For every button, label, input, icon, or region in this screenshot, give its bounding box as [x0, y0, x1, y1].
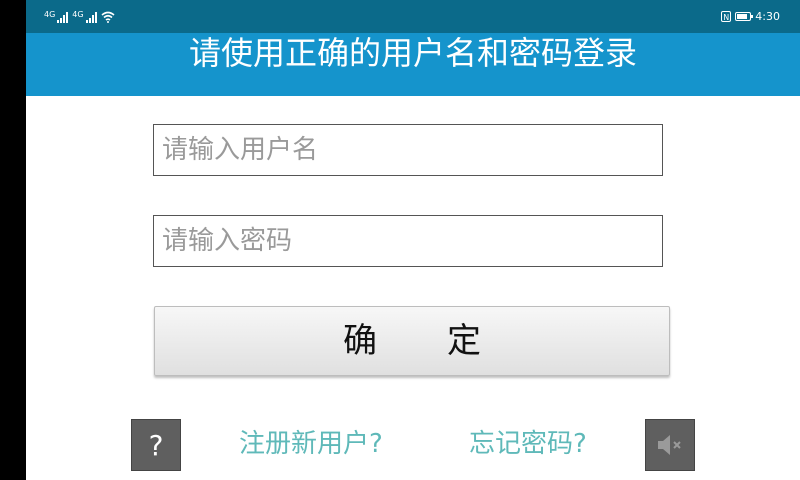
mute-button[interactable] — [645, 419, 695, 471]
username-input[interactable] — [154, 125, 662, 175]
question-icon: ? — [148, 428, 164, 462]
help-button[interactable]: ? — [131, 419, 181, 471]
signal-1-label: 4G — [44, 9, 56, 19]
status-bar: 4G 4G N 4:30 — [26, 0, 800, 33]
battery-icon — [735, 12, 754, 21]
signal-2-icon: 4G — [72, 9, 97, 23]
login-form: 确定 ? 注册新用户? 忘记密码? — [26, 96, 800, 480]
signal-1-icon: 4G — [44, 9, 69, 23]
status-bar-left: 4G 4G — [44, 9, 115, 23]
speaker-mute-icon — [658, 435, 681, 455]
title-bar: 请使用正确的用户名和密码登录 — [26, 33, 800, 96]
signal-2-label: 4G — [72, 9, 84, 19]
nfc-icon: N — [721, 11, 732, 22]
wifi-icon — [101, 11, 115, 23]
password-input[interactable] — [154, 216, 662, 266]
forgot-password-link[interactable]: 忘记密码? — [469, 426, 587, 462]
page-title: 请使用正确的用户名和密码登录 — [188, 34, 637, 72]
status-time: 4:30 — [755, 10, 780, 23]
app-screen: 4G 4G N 4:30 请使用正确的用户名和密码登录 请输入用户名 确定 ? … — [0, 0, 800, 480]
password-field — [153, 215, 663, 267]
register-link[interactable]: 注册新用户? — [239, 426, 383, 462]
status-bar-right: N 4:30 — [721, 10, 780, 23]
username-field — [153, 124, 663, 176]
confirm-button[interactable]: 确定 — [154, 306, 670, 376]
screen-bezel — [0, 0, 26, 480]
